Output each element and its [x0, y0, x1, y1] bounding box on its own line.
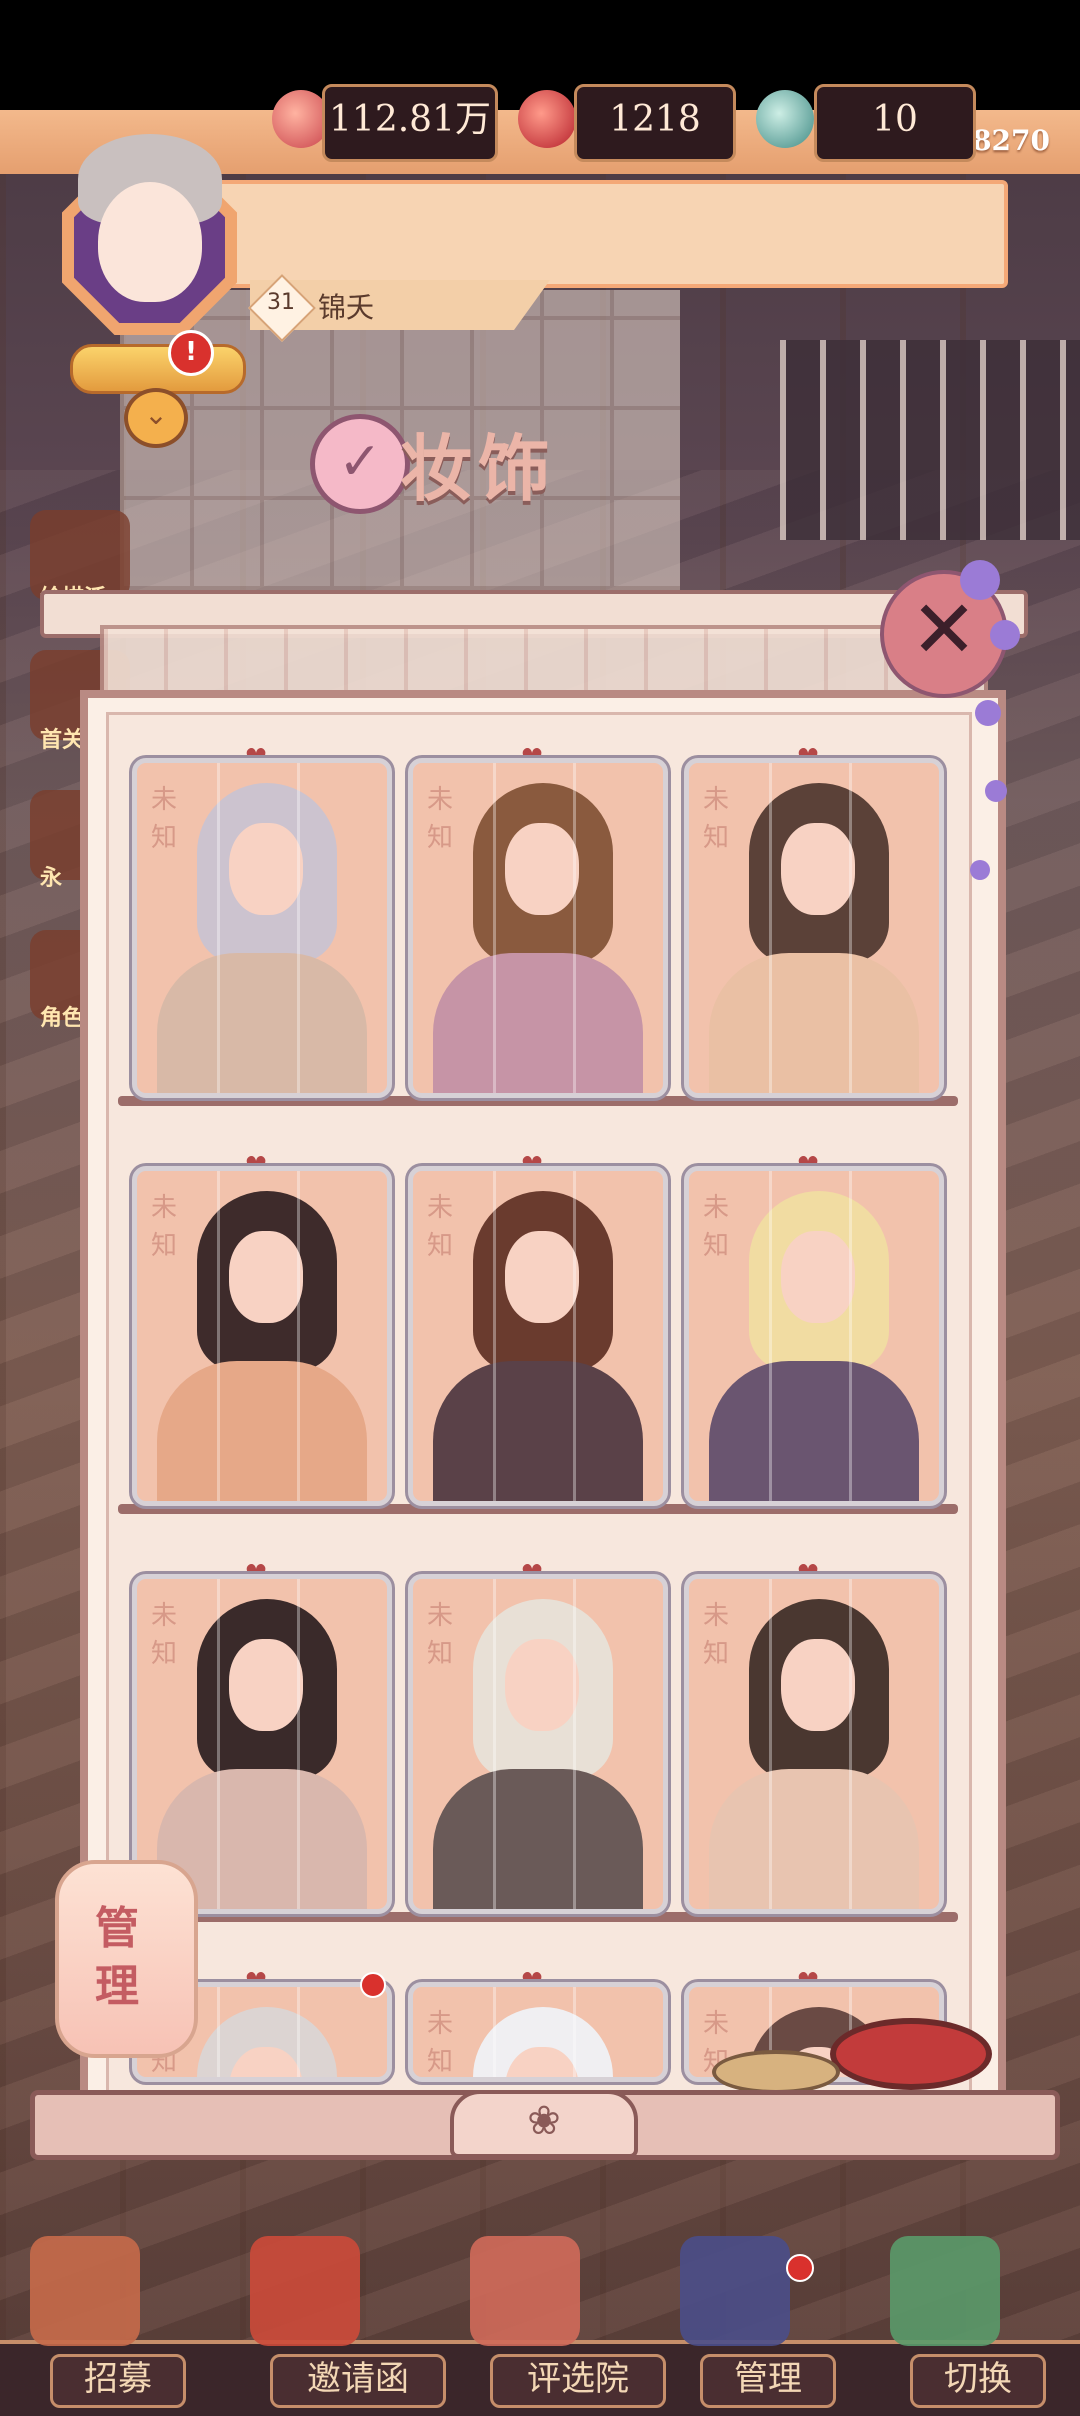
card-stripe: [849, 763, 852, 1093]
card-stripe: [493, 1987, 496, 2077]
card-stripe: [297, 763, 300, 1093]
character-card[interactable]: 未知: [408, 1166, 668, 1506]
resource-gems[interactable]: 1218: [574, 84, 736, 162]
card-stripe: [769, 1579, 772, 1909]
avatar[interactable]: [98, 182, 202, 302]
card-unknown-label: 未知: [427, 1601, 454, 1669]
card-unknown-label: 未知: [151, 1193, 178, 1261]
card-stripe: [297, 1987, 300, 2077]
wisteria-flower: [975, 700, 1001, 726]
map-switch-icon[interactable]: [890, 2236, 1000, 2346]
card-stripe: [217, 1987, 220, 2077]
wisteria-flower: [990, 620, 1020, 650]
nav-label-1[interactable]: 邀请函: [270, 2354, 446, 2408]
character-card[interactable]: 未知: [132, 1166, 392, 1506]
card-unknown-label: 未知: [703, 1193, 730, 1261]
character-face: [781, 823, 855, 915]
card-stripe: [769, 1171, 772, 1501]
card-stripe: [573, 1579, 576, 1909]
character-card[interactable]: 未知: [408, 1982, 668, 2082]
card-stripe: [849, 1171, 852, 1501]
chevron-down-icon[interactable]: ⌄: [124, 388, 188, 448]
character-face: [505, 1231, 579, 1323]
character-face: [229, 823, 303, 915]
character-outfit: [157, 1361, 367, 1501]
character-outfit: [157, 953, 367, 1093]
resource-money[interactable]: 112.81万: [322, 84, 498, 162]
alert-badge: !: [168, 330, 214, 376]
paint-bowl-icon: [830, 2018, 992, 2090]
notification-dot: [360, 1972, 386, 1998]
character-outfit: [709, 1769, 919, 1909]
character-face: [229, 1639, 303, 1731]
character-card[interactable]: 未知: [408, 1574, 668, 1914]
card-stripe: [217, 1171, 220, 1501]
card-unknown-label: 未知: [151, 1601, 178, 1669]
character-face: [781, 1639, 855, 1731]
card-unknown-label: 未知: [427, 2009, 454, 2077]
card-unknown-label: 未知: [703, 1601, 730, 1669]
card-unknown-label: 未知: [427, 1193, 454, 1261]
card-stripe: [849, 1579, 852, 1909]
recruit-icon[interactable]: [30, 2236, 140, 2346]
character-outfit: [709, 1361, 919, 1501]
palette-icon: [712, 2050, 840, 2094]
wisteria-flower: [970, 860, 990, 880]
resource-band: [150, 180, 1008, 288]
nav-label-0[interactable]: 招募: [50, 2354, 186, 2408]
manage-icon[interactable]: [680, 2236, 790, 2346]
character-card[interactable]: 未知: [684, 1574, 944, 1914]
character-card[interactable]: 未知: [408, 758, 668, 1098]
card-unknown-label: 未知: [151, 785, 178, 853]
wisteria-flower: [985, 780, 1007, 802]
character-outfit: [433, 1361, 643, 1501]
card-unknown-label: 未知: [427, 785, 454, 853]
teal-orb-icon: [756, 90, 814, 148]
card-unknown-label: 未知: [703, 785, 730, 853]
selection-hall-icon[interactable]: [470, 2236, 580, 2346]
card-stripe: [297, 1171, 300, 1501]
card-stripe: [493, 763, 496, 1093]
player-name: 锦夭: [318, 291, 375, 324]
card-stripe: [769, 763, 772, 1093]
card-stripe: [217, 763, 220, 1093]
character-face: [505, 1639, 579, 1731]
card-stripe: [217, 1579, 220, 1909]
nav-label-4[interactable]: 切换: [910, 2354, 1046, 2408]
character-face: [781, 1231, 855, 1323]
lotus-ornament-icon: ❀: [450, 2090, 638, 2158]
card-stripe: [493, 1579, 496, 1909]
character-outfit: [433, 1769, 643, 1909]
nav-label-3[interactable]: 管理: [700, 2354, 836, 2408]
resource-orbs[interactable]: 10: [814, 84, 976, 162]
character-card[interactable]: 未知: [132, 758, 392, 1098]
nav-label-2[interactable]: 评选院: [490, 2354, 666, 2408]
side-label-2: 首关: [40, 728, 85, 753]
character-card[interactable]: 未知: [684, 758, 944, 1098]
character-outfit: [433, 953, 643, 1093]
manage-lantern-label: 管理: [95, 1903, 139, 2012]
card-stripe: [573, 763, 576, 1093]
character-outfit: [709, 953, 919, 1093]
character-face: [505, 823, 579, 915]
card-stripe: [573, 1171, 576, 1501]
notification-dot: [786, 2254, 814, 2282]
side-label-3: 永: [40, 866, 63, 891]
red-gem-icon: [518, 90, 576, 148]
card-stripe: [573, 1987, 576, 2077]
card-stripe: [493, 1171, 496, 1501]
player-level: 31: [267, 290, 295, 315]
check-circle-icon: ✓: [310, 414, 410, 514]
card-stripe: [297, 1579, 300, 1909]
invitation-icon[interactable]: [250, 2236, 360, 2346]
wisteria-flower: [960, 560, 1000, 600]
scroll-button[interactable]: [70, 344, 246, 394]
character-card[interactable]: 未知: [684, 1166, 944, 1506]
panel-title: 妆饰: [400, 426, 557, 511]
character-face: [229, 1231, 303, 1323]
right-window: [780, 340, 1080, 540]
side-label-4: 角色: [40, 1006, 85, 1031]
